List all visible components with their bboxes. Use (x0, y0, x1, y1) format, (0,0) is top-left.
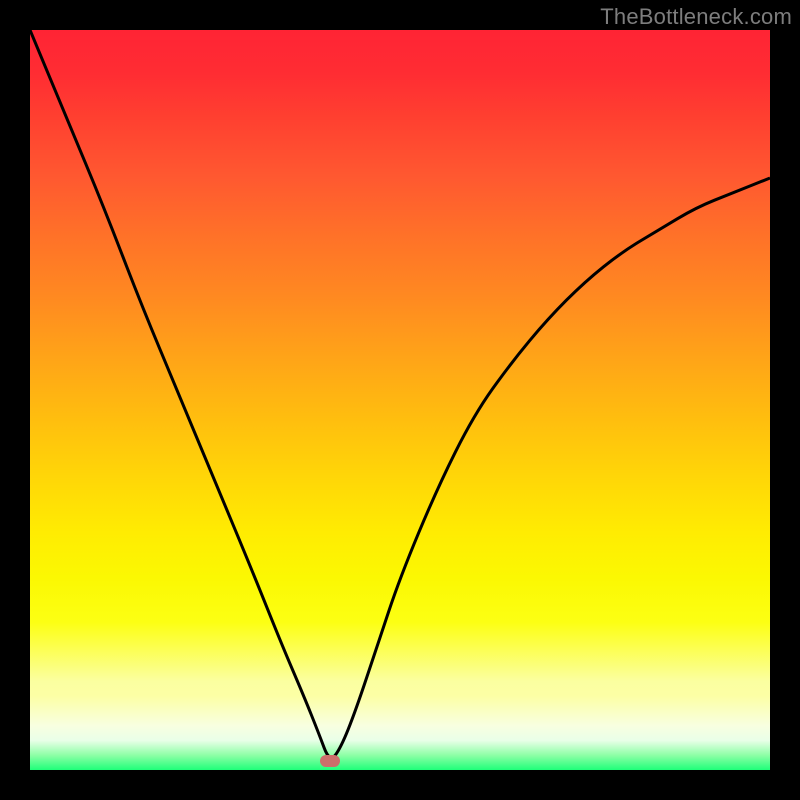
chart-frame (30, 30, 770, 770)
bottleneck-curve-path (30, 30, 770, 758)
optimal-point-marker (320, 755, 340, 767)
chart-curve-svg (30, 30, 770, 770)
watermark-label: TheBottleneck.com (600, 4, 792, 30)
